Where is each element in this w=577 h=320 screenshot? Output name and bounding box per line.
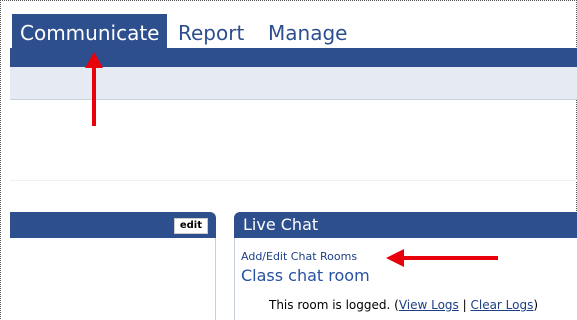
clear-logs-link[interactable]: Clear Logs <box>470 298 533 312</box>
left-panel-header: edit <box>10 212 216 238</box>
tab-report[interactable]: Report <box>178 18 244 48</box>
logs-separator: | <box>458 298 471 312</box>
tab-bar: Communicate Report Manage <box>10 14 577 48</box>
live-chat-header: Live Chat <box>234 212 577 238</box>
arrow-left-icon <box>386 249 498 267</box>
chat-room-link[interactable]: Class chat room <box>241 266 370 285</box>
logged-suffix: ) <box>533 298 539 312</box>
left-panel-body <box>10 238 216 320</box>
logged-prefix: This room is logged. ( <box>269 298 399 312</box>
edit-button[interactable]: edit <box>173 218 208 234</box>
tab-manage[interactable]: Manage <box>268 18 347 48</box>
add-edit-chat-rooms-link[interactable]: Add/Edit Chat Rooms <box>241 250 357 263</box>
view-logs-link[interactable]: View Logs <box>399 298 459 312</box>
live-chat-title: Live Chat <box>243 215 319 234</box>
tab-communicate[interactable]: Communicate <box>12 14 168 48</box>
room-logged-status: This room is logged. (View Logs | Clear … <box>269 298 538 312</box>
divider <box>10 180 577 181</box>
arrow-up-icon <box>85 52 103 126</box>
